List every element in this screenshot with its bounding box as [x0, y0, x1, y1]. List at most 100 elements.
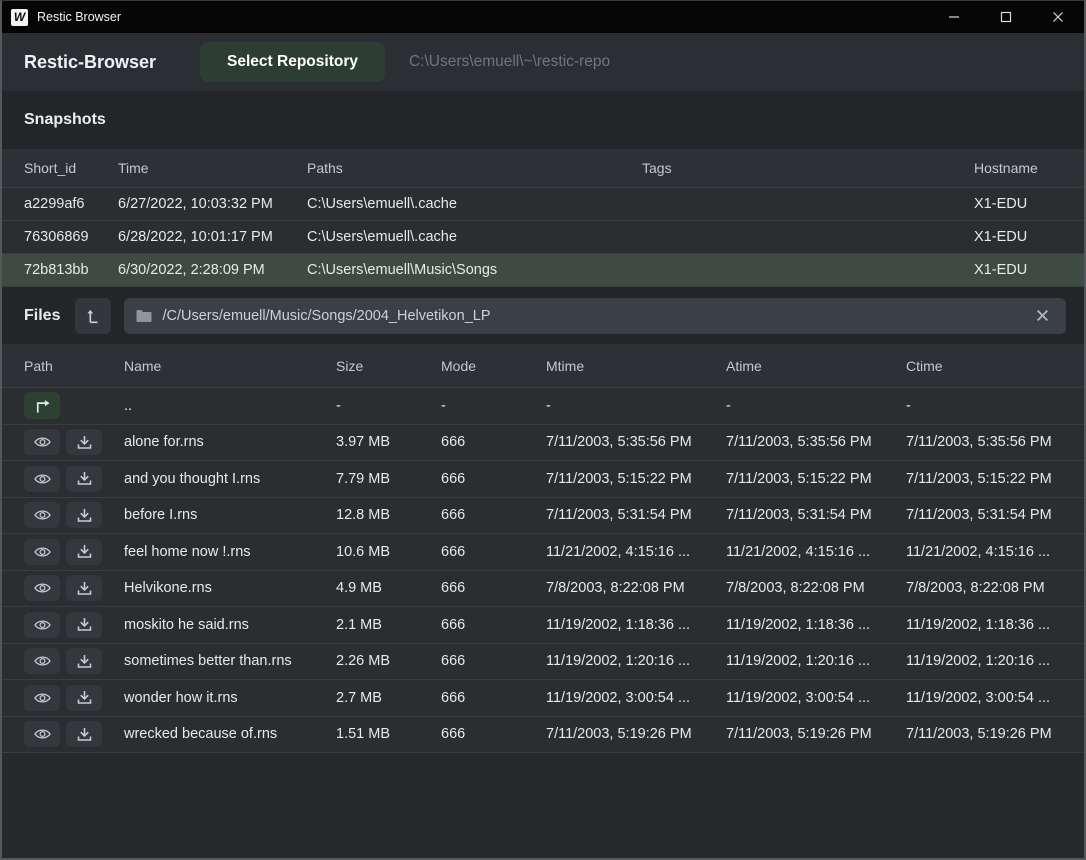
file-ctime: 7/11/2003, 5:19:26 PM [906, 726, 1062, 742]
file-size: 3.97 MB [336, 434, 441, 450]
eye-icon [34, 435, 51, 449]
minimize-icon [948, 11, 960, 23]
column-header-hostname: Hostname [974, 160, 1062, 176]
snapshot-row[interactable]: 76306869 6/28/2022, 10:01:17 PM C:\Users… [2, 221, 1084, 254]
file-atime: 11/19/2002, 3:00:54 ... [726, 690, 906, 706]
download-icon [77, 435, 92, 450]
preview-file-button[interactable] [24, 575, 60, 601]
file-atime: 11/21/2002, 4:15:16 ... [726, 544, 906, 560]
preview-file-button[interactable] [24, 721, 60, 747]
file-actions [24, 539, 124, 565]
download-file-button[interactable] [66, 685, 102, 711]
close-button[interactable] [1032, 1, 1084, 33]
file-ctime: 7/11/2003, 5:15:22 PM [906, 471, 1062, 487]
snapshot-row[interactable]: 72b813bb 6/30/2022, 2:28:09 PM C:\Users\… [2, 254, 1084, 287]
repository-path: C:\Users\emuell\~\restic-repo [409, 53, 610, 71]
download-file-button[interactable] [66, 466, 102, 492]
files-title: Files [24, 307, 60, 325]
file-mode: 666 [441, 726, 546, 742]
download-icon [77, 471, 92, 486]
column-header-ctime: Ctime [906, 358, 1062, 374]
snapshot-hostname: X1-EDU [974, 229, 1062, 245]
file-mode: 666 [441, 617, 546, 633]
file-ctime: - [906, 398, 1062, 414]
snapshot-short-id: a2299af6 [24, 196, 118, 212]
up-directory-button[interactable] [24, 392, 60, 419]
file-name: .. [124, 398, 336, 414]
files-toolbar: Files /C/Users/emuell/Music/Songs/2004_H… [2, 287, 1084, 344]
file-name: and you thought I.rns [124, 471, 336, 487]
file-mtime: 7/11/2003, 5:19:26 PM [546, 726, 726, 742]
file-actions [24, 429, 124, 455]
eye-icon [34, 472, 51, 486]
eye-icon [34, 727, 51, 741]
file-ctime: 11/21/2002, 4:15:16 ... [906, 544, 1062, 560]
file-atime: - [726, 398, 906, 414]
file-mode: 666 [441, 471, 546, 487]
file-atime: 7/11/2003, 5:15:22 PM [726, 471, 906, 487]
download-file-button[interactable] [66, 502, 102, 528]
file-size: - [336, 398, 441, 414]
file-size: 4.9 MB [336, 580, 441, 596]
parent-directory-actions [24, 392, 124, 419]
download-file-button[interactable] [66, 429, 102, 455]
file-size: 12.8 MB [336, 507, 441, 523]
download-file-button[interactable] [66, 648, 102, 674]
file-mtime: 7/11/2003, 5:31:54 PM [546, 507, 726, 523]
preview-file-button[interactable] [24, 502, 60, 528]
select-repository-button[interactable]: Select Repository [200, 42, 385, 82]
download-icon [77, 654, 92, 669]
file-row[interactable]: alone for.rns 3.97 MB 666 7/11/2003, 5:3… [2, 425, 1084, 462]
file-name: before I.rns [124, 507, 336, 523]
file-mtime: 11/19/2002, 1:18:36 ... [546, 617, 726, 633]
file-name: alone for.rns [124, 434, 336, 450]
file-size: 2.26 MB [336, 653, 441, 669]
minimize-button[interactable] [928, 1, 980, 33]
download-file-button[interactable] [66, 539, 102, 565]
files-section: Files /C/Users/emuell/Music/Songs/2004_H… [2, 287, 1084, 753]
preview-file-button[interactable] [24, 539, 60, 565]
file-row[interactable]: and you thought I.rns 7.79 MB 666 7/11/2… [2, 461, 1084, 498]
column-header-atime: Atime [726, 358, 906, 374]
file-row[interactable]: wrecked because of.rns 1.51 MB 666 7/11/… [2, 717, 1084, 754]
parent-directory-row[interactable]: .. - - - - - [2, 388, 1084, 425]
path-input[interactable]: /C/Users/emuell/Music/Songs/2004_Helveti… [124, 298, 1066, 334]
file-actions [24, 466, 124, 492]
file-size: 2.7 MB [336, 690, 441, 706]
app-icon: W [11, 9, 28, 26]
clear-path-button[interactable] [1028, 302, 1056, 330]
file-atime: 7/11/2003, 5:31:54 PM [726, 507, 906, 523]
snapshot-time: 6/27/2022, 10:03:32 PM [118, 196, 307, 212]
file-mode: 666 [441, 653, 546, 669]
maximize-button[interactable] [980, 1, 1032, 33]
file-row[interactable]: Helvikone.rns 4.9 MB 666 7/8/2003, 8:22:… [2, 571, 1084, 608]
file-row[interactable]: feel home now !.rns 10.6 MB 666 11/21/20… [2, 534, 1084, 571]
preview-file-button[interactable] [24, 648, 60, 674]
preview-file-button[interactable] [24, 429, 60, 455]
close-icon [1052, 11, 1064, 23]
file-row[interactable]: before I.rns 12.8 MB 666 7/11/2003, 5:31… [2, 498, 1084, 535]
file-row[interactable]: sometimes better than.rns 2.26 MB 666 11… [2, 644, 1084, 681]
file-mtime: 11/21/2002, 4:15:16 ... [546, 544, 726, 560]
preview-file-button[interactable] [24, 466, 60, 492]
preview-file-button[interactable] [24, 685, 60, 711]
download-icon [77, 727, 92, 742]
files-table-header: Path Name Size Mode Mtime Atime Ctime [2, 344, 1084, 388]
preview-file-button[interactable] [24, 612, 60, 638]
download-icon [77, 544, 92, 559]
snapshot-paths: C:\Users\emuell\Music\Songs [307, 262, 642, 278]
download-file-button[interactable] [66, 575, 102, 601]
file-actions [24, 721, 124, 747]
eye-icon [34, 581, 51, 595]
download-file-button[interactable] [66, 721, 102, 747]
maximize-icon [1000, 11, 1012, 23]
folder-icon [136, 309, 152, 323]
snapshots-title: Snapshots [24, 111, 106, 129]
snapshot-row[interactable]: a2299af6 6/27/2022, 10:03:32 PM C:\Users… [2, 188, 1084, 221]
file-row[interactable]: wonder how it.rns 2.7 MB 666 11/19/2002,… [2, 680, 1084, 717]
file-mtime: 7/8/2003, 8:22:08 PM [546, 580, 726, 596]
file-name: Helvikone.rns [124, 580, 336, 596]
file-row[interactable]: moskito he said.rns 2.1 MB 666 11/19/200… [2, 607, 1084, 644]
go-to-root-button[interactable] [75, 298, 111, 334]
download-file-button[interactable] [66, 612, 102, 638]
